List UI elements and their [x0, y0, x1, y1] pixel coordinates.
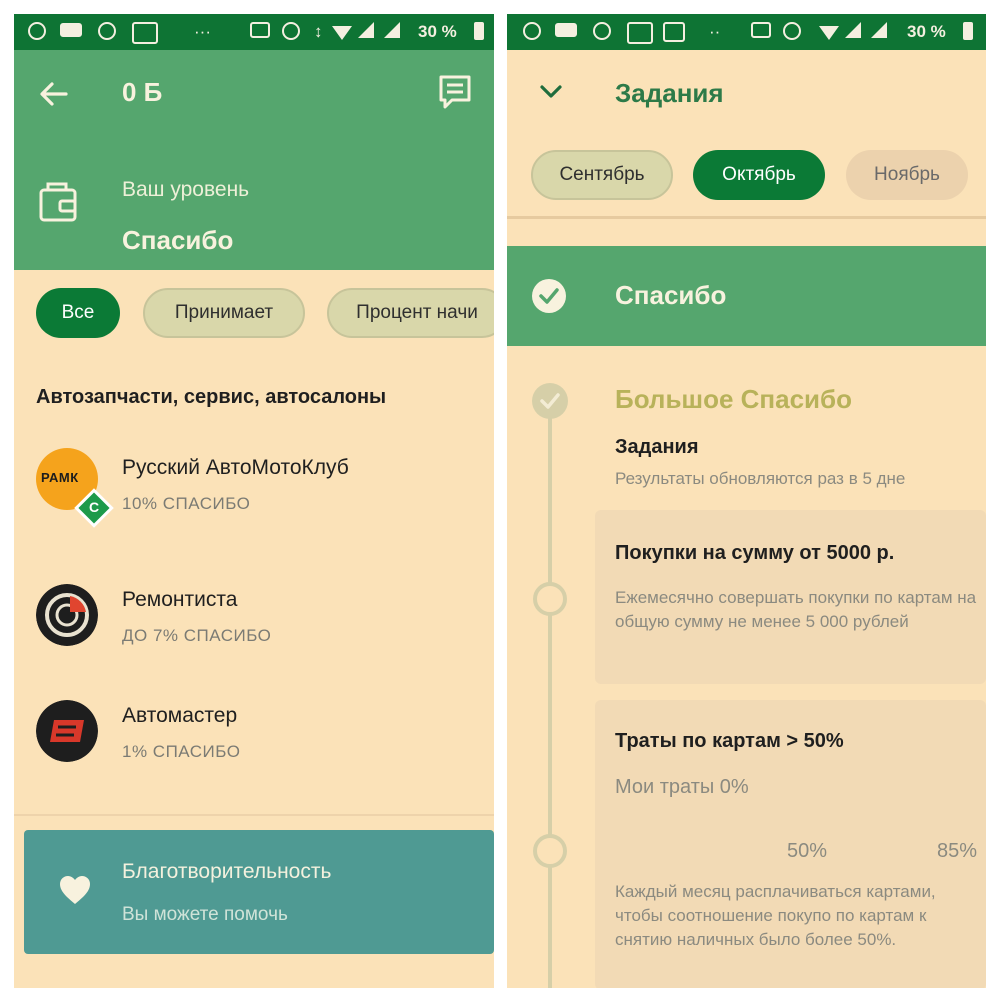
- tasks-label: Задания: [615, 436, 699, 458]
- merchant-name: Автомастер: [122, 704, 238, 727]
- status-sync-icon: [98, 22, 116, 42]
- status-bar: ·· 30 %: [507, 14, 986, 50]
- balance-title: 0 Б: [122, 77, 163, 107]
- heart-icon: [60, 876, 90, 904]
- status-app-icon: [28, 22, 46, 42]
- task-title: Траты по картам > 50%: [615, 730, 844, 752]
- progress-mark-50: 50%: [787, 840, 828, 862]
- status-alarm-icon: [282, 22, 300, 42]
- status-wifi-icon: [332, 25, 352, 45]
- month-tab-november[interactable]: Ноябрь: [846, 150, 968, 200]
- divider: [14, 814, 494, 816]
- tasks-screen: ·· 30 % Задания Сентябрь Октябрь Ноябрь …: [507, 14, 986, 988]
- status-video-icon: [60, 22, 82, 42]
- filter-accepts[interactable]: Принимает: [143, 288, 305, 338]
- task-description: Каждый месяц расплачиваться картами, что…: [615, 882, 936, 949]
- status-battery-icon: [474, 22, 484, 42]
- history-icon[interactable]: [438, 74, 472, 110]
- tabs-divider: [507, 216, 986, 219]
- merchant-name: Ремонтиста: [122, 588, 238, 611]
- status-sync-icon: [593, 22, 611, 42]
- month-tab-october[interactable]: Октябрь: [693, 150, 825, 200]
- status-cast-icon: [751, 22, 771, 42]
- next-level-name: Большое Спасибо: [615, 384, 852, 414]
- sberbank-bonus-screen: ··· ↕ 30 % 0 Б Ваш уровень Спасибо Все П…: [14, 14, 494, 988]
- remontista-logo: [36, 584, 98, 646]
- task-title: Покупки на сумму от 5000 р.: [615, 542, 895, 564]
- merchant-bonus: ДО 7% СПАСИБО: [122, 626, 272, 645]
- status-check-icon: [627, 22, 653, 44]
- level-value: Спасибо: [122, 225, 234, 255]
- completed-level-name: Спасибо: [615, 280, 727, 310]
- status-wifi-icon: [819, 25, 839, 45]
- ramk-logo-text: РАМК: [41, 470, 79, 485]
- filter-all[interactable]: Все: [36, 288, 120, 338]
- task-description: Ежемесячно совершать покупки по картам н…: [615, 588, 977, 631]
- back-arrow-icon[interactable]: [38, 80, 70, 108]
- progress-mark-85: 85%: [937, 840, 978, 862]
- status-alarm-icon: [783, 22, 801, 42]
- avtomaster-logo: [36, 700, 98, 762]
- status-battery-text: 30 %: [907, 22, 946, 41]
- status-more-dots: ··: [709, 22, 721, 41]
- status-data-icon: ↕: [314, 22, 323, 41]
- tasks-update-note: Результаты обновляются раз в 5 дне: [615, 469, 906, 488]
- page-title: Задания: [615, 78, 724, 108]
- status-more-dots: ···: [194, 22, 211, 41]
- status-battery-icon: [963, 22, 973, 42]
- merchant-bonus: 1% СПАСИБО: [122, 742, 241, 761]
- charity-banner[interactable]: Благотворительность Вы можете помочь: [24, 830, 494, 954]
- status-chart-icon: [663, 22, 685, 42]
- check-circle-icon: [532, 279, 566, 313]
- bonus-header: 0 Б Ваш уровень Спасибо: [14, 50, 494, 270]
- charity-subtitle: Вы можете помочь: [122, 904, 288, 925]
- level-label: Ваш уровень: [122, 178, 250, 201]
- level-completed-banner: Спасибо: [507, 246, 986, 346]
- status-signal-icon: [358, 22, 374, 42]
- level-check-icon: [532, 383, 568, 419]
- status-signal-2-icon: [384, 22, 400, 42]
- category-title: Автозапчасти, сервис, автосалоны: [36, 386, 387, 408]
- status-app-icon: [523, 22, 541, 42]
- my-spending: Мои траты 0%: [615, 776, 749, 798]
- timeline-line: [548, 406, 552, 988]
- status-video-icon: [555, 22, 577, 42]
- chevron-down-icon[interactable]: [539, 84, 563, 100]
- status-battery-text: 30 %: [418, 22, 457, 41]
- filter-percent[interactable]: Процент начи: [327, 288, 494, 338]
- merchant-bonus: 10% СПАСИБО: [122, 494, 251, 513]
- month-tab-september[interactable]: Сентябрь: [531, 150, 673, 200]
- status-bar: ··· ↕ 30 %: [14, 14, 494, 50]
- status-check-icon: [132, 22, 158, 44]
- status-cast-icon: [250, 22, 270, 42]
- task-node-icon: [533, 582, 567, 616]
- status-signal-2-icon: [871, 22, 887, 42]
- task-node-icon: [533, 834, 567, 868]
- wallet-icon: [39, 182, 77, 222]
- charity-title: Благотворительность: [122, 860, 332, 883]
- sber-badge-text: С: [89, 499, 100, 515]
- status-signal-icon: [845, 22, 861, 42]
- merchant-name: Русский АвтоМотоКлуб: [122, 456, 349, 479]
